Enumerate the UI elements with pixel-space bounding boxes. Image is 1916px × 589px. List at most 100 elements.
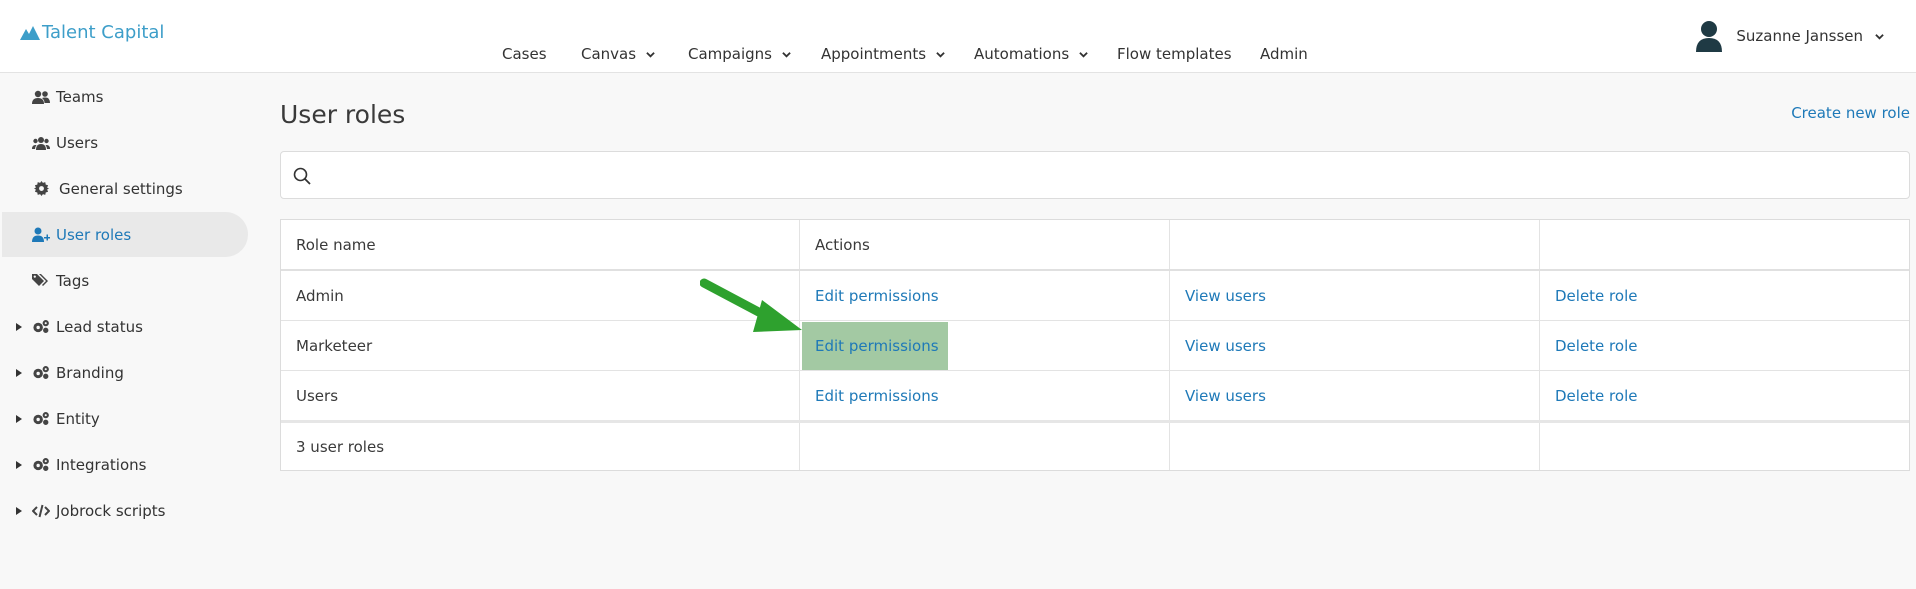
- cogs-icon: [32, 457, 50, 473]
- nav-label: Automations: [974, 45, 1070, 63]
- nav-label: Appointments: [821, 45, 927, 63]
- chevron-down-icon: [936, 51, 945, 58]
- top-bar: Talent Capital Cases Canvas Campaigns Ap…: [0, 0, 1916, 73]
- roles-table: Role name Actions Admin Edit permissions…: [280, 219, 1910, 471]
- nav-canvas[interactable]: Canvas: [581, 45, 655, 63]
- role-count: 3 user roles: [296, 437, 385, 456]
- sidebar-item-jobrock-scripts[interactable]: Jobrock scripts: [2, 488, 248, 533]
- delete-cell: Delete role: [1539, 371, 1909, 420]
- logo-text: Talent Capital: [42, 22, 165, 43]
- teams-icon: [32, 89, 50, 105]
- sidebar-item-label: Entity: [56, 409, 100, 428]
- sidebar-item-label: Users: [56, 133, 99, 152]
- nav-campaigns[interactable]: Campaigns: [688, 45, 791, 63]
- logo-mountain-icon: [20, 25, 40, 40]
- sidebar-item-label: Lead status: [56, 317, 143, 336]
- header-role-name: Role name: [296, 235, 376, 254]
- cogs-icon: [32, 365, 50, 381]
- avatar-icon: [1696, 21, 1723, 52]
- cogs-icon: [32, 319, 50, 335]
- edit-cell: Edit permissions: [799, 321, 1169, 370]
- page-title: User roles: [280, 100, 406, 129]
- nav-label: Admin: [1260, 45, 1308, 63]
- annotation-arrow-icon: [700, 278, 802, 332]
- role-name-cell: Users: [296, 386, 339, 405]
- sidebar-item-entity[interactable]: Entity: [2, 396, 248, 441]
- edit-cell: Edit permissions: [799, 271, 1169, 320]
- sidebar-item-label: User roles: [56, 225, 132, 244]
- header-empty: [1169, 220, 1539, 269]
- user-menu[interactable]: Suzanne Janssen: [1696, 20, 1884, 52]
- top-nav: Cases Canvas Campaigns Appointments Auto…: [0, 45, 1916, 65]
- table-header-row: Role name Actions: [281, 220, 1909, 271]
- nav-admin[interactable]: Admin: [1260, 45, 1308, 63]
- sidebar-item-label: Branding: [56, 363, 124, 382]
- search-icon: [293, 167, 311, 185]
- table-row: Admin Edit permissions View users Delete…: [281, 271, 1909, 321]
- sidebar-item-general-settings[interactable]: General settings: [2, 166, 248, 211]
- tags-icon: [32, 273, 50, 289]
- nav-automations[interactable]: Automations: [974, 45, 1088, 63]
- view-users-link[interactable]: View users: [1185, 337, 1266, 355]
- edit-permissions-link[interactable]: Edit permissions: [815, 287, 939, 305]
- caret-right-icon: [16, 322, 22, 331]
- search-input[interactable]: [321, 160, 1891, 190]
- caret-right-icon: [16, 414, 22, 423]
- create-new-role-link[interactable]: Create new role: [1791, 104, 1910, 122]
- nav-flow-templates[interactable]: Flow templates: [1117, 45, 1232, 63]
- sidebar-item-lead-status[interactable]: Lead status: [2, 304, 248, 349]
- edit-permissions-link[interactable]: Edit permissions: [815, 387, 939, 405]
- delete-cell: Delete role: [1539, 271, 1909, 320]
- sidebar-item-tags[interactable]: Tags: [2, 258, 248, 303]
- nav-appointments[interactable]: Appointments: [821, 45, 945, 63]
- search-box: [280, 151, 1910, 199]
- sidebar-item-branding[interactable]: Branding: [2, 350, 248, 395]
- view-users-link[interactable]: View users: [1185, 287, 1266, 305]
- chevron-down-icon: [646, 51, 655, 58]
- caret-right-icon: [16, 368, 22, 377]
- gear-icon: [32, 181, 50, 197]
- header-empty: [1539, 220, 1909, 269]
- logo[interactable]: Talent Capital: [20, 22, 164, 43]
- nav-cases[interactable]: Cases: [502, 45, 547, 63]
- nav-label: Flow templates: [1117, 45, 1232, 63]
- header-actions: Actions: [799, 220, 1169, 269]
- view-cell: View users: [1169, 321, 1539, 370]
- edit-cell: Edit permissions: [799, 371, 1169, 420]
- users-icon: [32, 135, 50, 151]
- footer-empty: [1539, 423, 1909, 470]
- caret-right-icon: [16, 460, 22, 469]
- footer-empty: [799, 423, 1169, 470]
- view-cell: View users: [1169, 371, 1539, 420]
- chevron-down-icon: [1875, 33, 1884, 40]
- sidebar-item-teams[interactable]: Teams: [2, 74, 248, 119]
- table-row: Users Edit permissions View users Delete…: [281, 371, 1909, 421]
- sidebar-item-label: General settings: [59, 179, 183, 198]
- sidebar-item-users[interactable]: Users: [2, 120, 248, 165]
- nav-label: Campaigns: [688, 45, 773, 63]
- nav-label: Canvas: [581, 45, 637, 63]
- code-icon: [32, 503, 50, 519]
- chevron-down-icon: [1079, 51, 1088, 58]
- table-row: Marketeer Edit permissions View users De…: [281, 321, 1909, 371]
- user-role-icon: [32, 227, 50, 243]
- sidebar-item-label: Jobrock scripts: [56, 501, 166, 520]
- cogs-icon: [32, 411, 50, 427]
- view-cell: View users: [1169, 271, 1539, 320]
- caret-right-icon: [16, 506, 22, 515]
- sidebar-item-user-roles[interactable]: User roles: [2, 212, 248, 257]
- sidebar-item-integrations[interactable]: Integrations: [2, 442, 248, 487]
- sidebar-item-label: Teams: [56, 87, 104, 106]
- delete-role-link[interactable]: Delete role: [1555, 387, 1637, 405]
- delete-cell: Delete role: [1539, 321, 1909, 370]
- delete-role-link[interactable]: Delete role: [1555, 337, 1637, 355]
- table-footer-row: 3 user roles: [281, 420, 1909, 470]
- sidebar-item-label: Tags: [56, 271, 90, 290]
- user-name: Suzanne Janssen: [1736, 27, 1863, 45]
- delete-role-link[interactable]: Delete role: [1555, 287, 1637, 305]
- sidebar-item-label: Integrations: [56, 455, 147, 474]
- nav-label: Cases: [502, 45, 547, 63]
- view-users-link[interactable]: View users: [1185, 387, 1266, 405]
- chevron-down-icon: [782, 51, 791, 58]
- edit-permissions-link[interactable]: Edit permissions: [815, 337, 939, 355]
